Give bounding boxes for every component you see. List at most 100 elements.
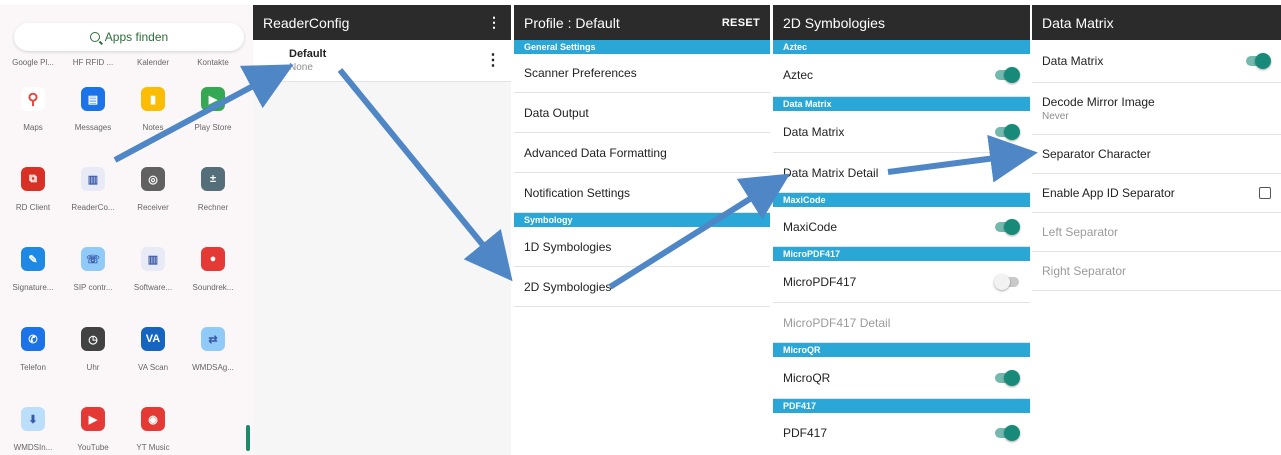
reset-button[interactable]: RESET — [722, 17, 760, 29]
left-separator-row[interactable]: Left Separator — [1032, 213, 1281, 252]
app-receiver[interactable]: ◎ Receiver — [123, 167, 183, 212]
data-matrix-screen: Data Matrix Data Matrix Decode Mirror Im… — [1032, 5, 1281, 455]
profile-list-item[interactable]: Default None ⋮ — [253, 40, 511, 82]
app-label: ReaderCo... — [71, 203, 115, 212]
data-matrix-toggle[interactable] — [994, 123, 1020, 140]
app-notes[interactable]: ▮ Notes — [123, 87, 183, 132]
app-rd-client[interactable]: ⧉ RD Client — [3, 167, 63, 212]
profile-screen: Profile : Default RESET General Settings… — [514, 5, 770, 455]
aztec-header: Aztec — [773, 40, 1030, 54]
app-wmds-installer[interactable]: ⬇ WMDSIn... — [3, 407, 63, 452]
app-clock[interactable]: ◷ Uhr — [63, 327, 123, 372]
menu-2d-symbologies[interactable]: 2D Symbologies — [514, 267, 770, 307]
profile-appbar: Profile : Default RESET — [514, 5, 770, 40]
sip-control-icon: ☏ — [81, 247, 105, 271]
app-label: Uhr — [86, 363, 100, 372]
menu-1d-symbologies[interactable]: 1D Symbologies — [514, 227, 770, 267]
menu-notification-settings[interactable]: Notification Settings — [514, 173, 770, 213]
menu-data-output[interactable]: Data Output — [514, 93, 770, 133]
aztec-toggle[interactable] — [994, 67, 1020, 83]
app-yt-music[interactable]: ◉ YT Music — [123, 407, 183, 452]
app-sip-control[interactable]: ☏ SIP contr... — [63, 247, 123, 292]
microqr-toggle[interactable] — [994, 369, 1020, 386]
micropdf-row[interactable]: MicroPDF417 — [773, 261, 1030, 303]
menu-advanced-data-formatting[interactable]: Advanced Data Formatting — [514, 133, 770, 173]
app-youtube[interactable]: ▶ YouTube — [63, 407, 123, 452]
microqr-row[interactable]: MicroQR — [773, 357, 1030, 399]
notes-icon: ▮ — [141, 87, 165, 111]
launcher-scrollbar[interactable] — [246, 425, 250, 451]
app-label: Rechner — [197, 203, 229, 212]
2d-symbologies-screen: 2D Symbologies Aztec Aztec Data Matrix D… — [773, 5, 1030, 455]
micropdf-toggle[interactable] — [994, 273, 1020, 290]
app-sound-recorder[interactable]: ● Soundrek... — [183, 247, 243, 292]
app-label: YouTube — [77, 443, 109, 452]
app-va-scan[interactable]: VA VA Scan — [123, 327, 183, 372]
aztec-row[interactable]: Aztec — [773, 54, 1030, 97]
data-matrix-enable-toggle[interactable] — [1245, 53, 1271, 69]
decode-mirror-row[interactable]: Decode Mirror Image Never — [1032, 83, 1281, 135]
data-matrix-detail-row[interactable]: Data Matrix Detail — [773, 153, 1030, 193]
app-play-store[interactable]: ▶ Play Store — [183, 87, 243, 132]
app-label[interactable]: HF RFID ... — [63, 58, 123, 67]
app-label: Software... — [133, 283, 173, 292]
microqr-header: MicroQR — [773, 343, 1030, 357]
row-label: MicroQR — [783, 370, 831, 385]
data-matrix-enable-row[interactable]: Data Matrix — [1032, 40, 1281, 83]
data-matrix-row[interactable]: Data Matrix — [773, 111, 1030, 153]
pdf417-toggle[interactable] — [994, 425, 1020, 441]
app-id-separator-checkbox[interactable] — [1259, 187, 1271, 199]
micropdf-detail-row[interactable]: MicroPDF417 Detail — [773, 303, 1030, 343]
app-launcher: Apps finden Google Pl... HF RFID ... Kal… — [0, 5, 253, 455]
app-reader-config[interactable]: ▥ ReaderCo... — [63, 167, 123, 212]
maxicode-toggle[interactable] — [994, 218, 1020, 235]
va-scan-icon: VA — [141, 327, 165, 351]
maxicode-row[interactable]: MaxiCode — [773, 207, 1030, 247]
messages-icon: ▤ — [81, 87, 105, 111]
profile-name: Default — [289, 48, 327, 60]
micropdf-header: MicroPDF417 — [773, 247, 1030, 261]
menu-label: Notification Settings — [524, 185, 631, 200]
symbologies-appbar: 2D Symbologies — [773, 5, 1030, 40]
app-signature[interactable]: ✎ Signature... — [3, 247, 63, 292]
app-label[interactable]: Google Pl... — [3, 58, 63, 67]
row-label: Enable App ID Separator — [1042, 186, 1175, 200]
app-calculator[interactable]: ± Rechner — [183, 167, 243, 212]
app-wmds-agent[interactable]: ⇄ WMDSAg... — [183, 327, 243, 372]
menu-label: Scanner Preferences — [524, 66, 637, 80]
row-label: Separator Character — [1042, 147, 1151, 161]
right-separator-row[interactable]: Right Separator — [1032, 252, 1281, 291]
row-label: Aztec — [783, 68, 814, 82]
app-label[interactable]: Kalender — [123, 58, 183, 67]
app-label: Play Store — [194, 123, 232, 132]
calculator-icon: ± — [201, 167, 225, 191]
general-settings-header: General Settings — [514, 40, 770, 54]
wmds-installer-icon: ⬇ — [21, 407, 45, 431]
app-messages[interactable]: ▤ Messages — [63, 87, 123, 132]
menu-scanner-preferences[interactable]: Scanner Preferences — [514, 54, 770, 93]
pdf417-row[interactable]: PDF417 — [773, 413, 1030, 453]
app-label: Telefon — [20, 363, 46, 372]
app-id-separator-row[interactable]: Enable App ID Separator — [1032, 174, 1281, 213]
app-label: Signature... — [12, 283, 54, 292]
app-software[interactable]: ▥ Software... — [123, 247, 183, 292]
overflow-menu-icon[interactable]: ⋮ — [487, 14, 501, 31]
app-phone[interactable]: ✆ Telefon — [3, 327, 63, 372]
row-label: Data Matrix Detail — [783, 165, 879, 180]
app-search-bar[interactable]: Apps finden — [14, 23, 244, 51]
receiver-icon: ◎ — [141, 167, 165, 191]
yt-music-icon: ◉ — [141, 407, 165, 431]
clock-icon: ◷ — [81, 327, 105, 351]
app-maps[interactable]: ⚲ Maps — [3, 87, 63, 132]
data-matrix-appbar: Data Matrix — [1032, 5, 1281, 40]
separator-character-row[interactable]: Separator Character — [1032, 135, 1281, 174]
app-label: RD Client — [15, 203, 51, 212]
app-label: YT Music — [136, 443, 170, 452]
row-label: Right Separator — [1042, 264, 1127, 278]
app-search-label: Apps finden — [104, 30, 169, 44]
app-label[interactable]: Kontakte — [183, 58, 243, 67]
row-label: MaxiCode — [783, 219, 838, 234]
reader-config-screen: ReaderConfig ⋮ Default None ⋮ — [253, 5, 511, 455]
profile-more-icon[interactable]: ⋮ — [485, 50, 501, 70]
symbology-header: Symbology — [514, 213, 770, 227]
